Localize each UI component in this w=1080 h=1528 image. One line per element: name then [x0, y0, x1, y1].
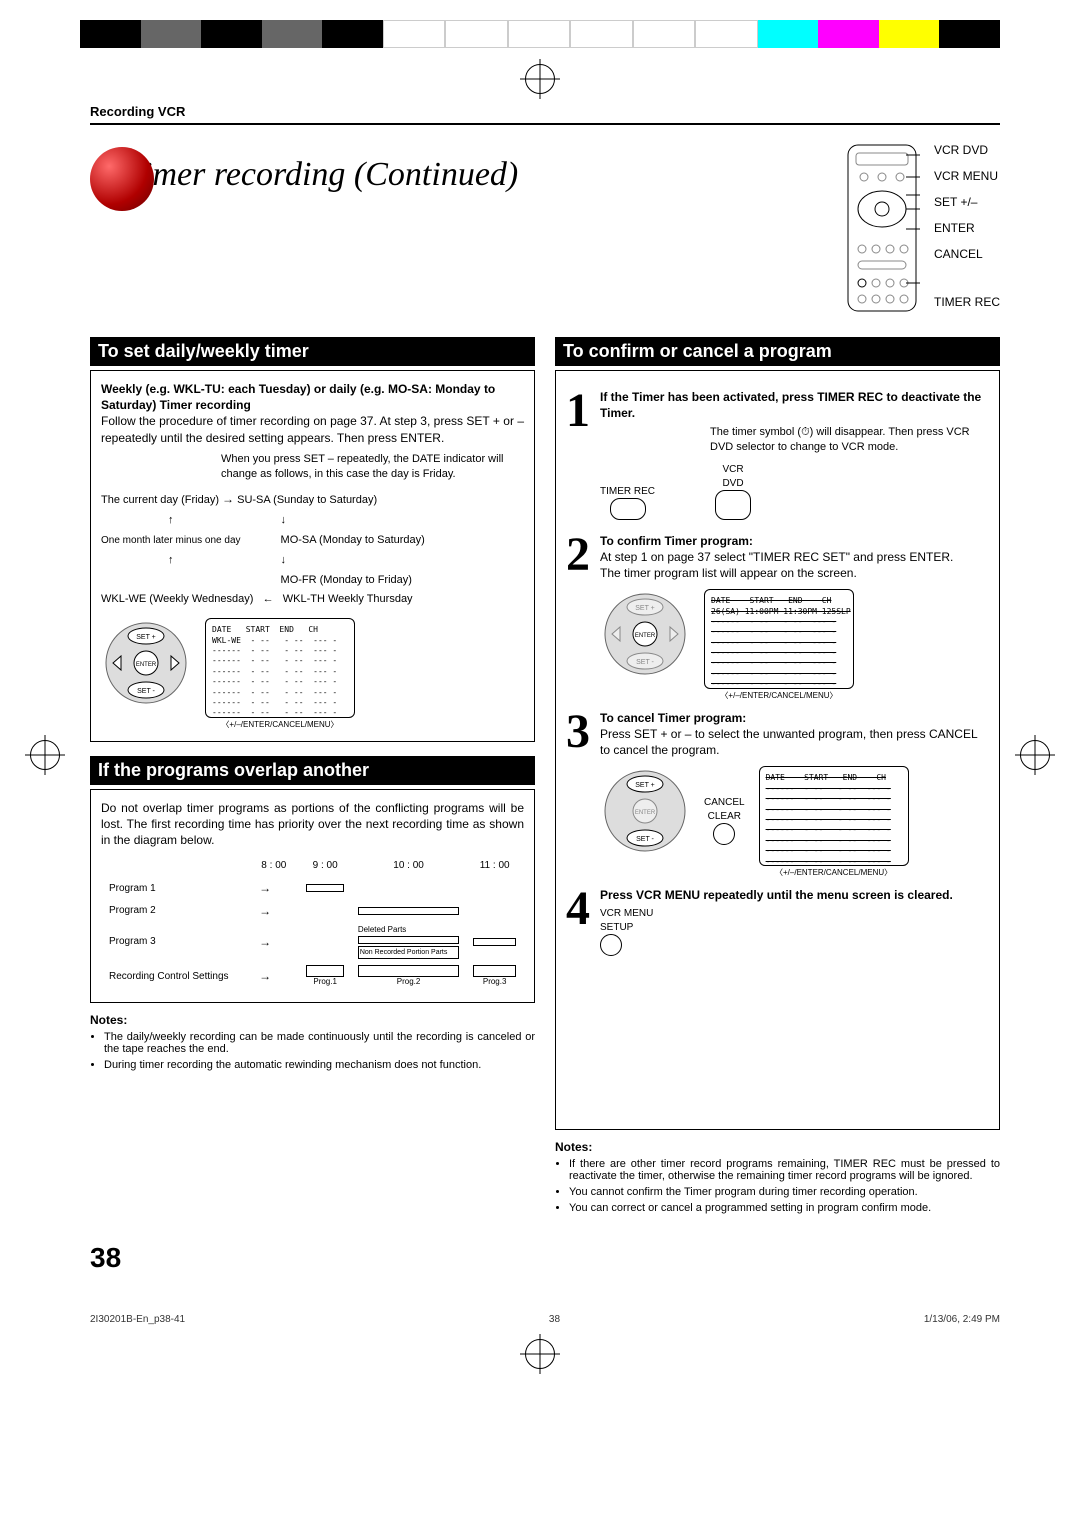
svg-text:SET -: SET -: [137, 688, 155, 695]
dpad-icon: SET + SET - ENTER: [600, 589, 690, 679]
notes-right: If there are other timer record programs…: [555, 1158, 1000, 1214]
svg-text:SET +: SET +: [136, 634, 156, 641]
remote-label-enter: ENTER: [934, 221, 1000, 235]
page-number: 38: [90, 1242, 1000, 1274]
heading-confirm-cancel: To confirm or cancel a program: [555, 337, 1000, 366]
print-registration-bar: [80, 20, 1000, 48]
title-sphere-icon: [90, 147, 154, 211]
weekly-daily-bold: Weekly (e.g. WKL-TU: each Tuesday) or da…: [101, 382, 495, 412]
remote-label-vcr-menu: VCR MENU: [934, 169, 1000, 183]
notes-title-right: Notes:: [555, 1140, 1000, 1154]
step-1: 1 If the Timer has been activated, press…: [566, 389, 989, 525]
step-2: 2 To confirm Timer program: At step 1 on…: [566, 533, 989, 702]
heading-set-timer: To set daily/weekly timer: [90, 337, 535, 366]
box-set-timer: Weekly (e.g. WKL-TU: each Tuesday) or da…: [90, 370, 535, 742]
remote-label-set: SET +/–: [934, 195, 1000, 209]
page-title: Timer recording (Continued): [126, 158, 518, 192]
step-number-icon: 1: [566, 389, 590, 525]
footer-filename: 2I30201B-En_p38-41: [90, 1314, 185, 1325]
svg-text:SET -: SET -: [636, 836, 654, 843]
remote-diagram: VCR DVD VCR MENU SET +/– ENTER CANCEL TI…: [842, 143, 1000, 313]
registration-crosshair-bottom-icon: [525, 1339, 555, 1369]
footer-timestamp: 1/13/06, 2:49 PM: [924, 1314, 1000, 1325]
svg-text:SET +: SET +: [635, 782, 655, 789]
remote-label-vcr-dvd: VCR DVD: [934, 143, 1000, 157]
section-rule: [90, 123, 1000, 125]
heading-overlap: If the programs overlap another: [90, 756, 535, 785]
notes-title-left: Notes:: [90, 1013, 535, 1027]
svg-text:ENTER: ENTER: [635, 633, 656, 639]
step-4: 4 Press VCR MENU repeatedly until the me…: [566, 887, 989, 961]
svg-text:SET -: SET -: [636, 659, 654, 666]
set-minus-note: When you press SET – repeatedly, the DAT…: [221, 452, 524, 482]
osd-caption-1: 〈+/–/ENTER/CANCEL/MENU〉: [205, 720, 355, 731]
osd-screen-3: DATE START END CH ------ - -- - -- --- -…: [759, 766, 909, 866]
svg-text:ENTER: ENTER: [136, 662, 157, 668]
box-overlap: Do not overlap timer programs as portion…: [90, 789, 535, 1003]
footer-page: 38: [549, 1314, 560, 1325]
overlap-diagram: 8 : 00 9 : 00 10 : 00 11 : 00 Program 1 …: [101, 857, 524, 993]
step-number-icon: 2: [566, 533, 590, 702]
notes-left: The daily/weekly recording can be made c…: [90, 1031, 535, 1071]
step-number-icon: 3: [566, 710, 590, 879]
section-label: Recording VCR: [90, 104, 1000, 119]
step-number-icon: 4: [566, 887, 590, 961]
set-timer-instructions: Follow the procedure of timer recording …: [101, 413, 524, 445]
dpad-icon: SET + SET - ENTER: [600, 766, 690, 856]
step-3: 3 To cancel Timer program: Press SET + o…: [566, 710, 989, 879]
remote-label-timer-rec: TIMER REC: [934, 295, 1000, 309]
date-flow-diagram: The current day (Friday) → SU-SA (Sunday…: [101, 489, 524, 610]
remote-icon: [842, 143, 922, 313]
registration-crosshair-left-icon: [30, 740, 60, 770]
svg-text:SET +: SET +: [635, 605, 655, 612]
overlap-text: Do not overlap timer programs as portion…: [101, 800, 524, 849]
registration-crosshair-right-icon: [1020, 740, 1050, 770]
dpad-icon: SET + SET - ENTER: [101, 618, 191, 708]
box-confirm-cancel: 1 If the Timer has been activated, press…: [555, 370, 1000, 1130]
remote-label-cancel: CANCEL: [934, 247, 1000, 261]
osd-screen-2: DATE START END CH 26(SA) 11:00PM 11:30PM…: [704, 589, 854, 689]
osd-screen-1: DATE START END CH WKL-WE - -- - -- --- -…: [205, 618, 355, 718]
registration-crosshair-icon: [525, 64, 555, 94]
svg-text:ENTER: ENTER: [635, 810, 656, 816]
